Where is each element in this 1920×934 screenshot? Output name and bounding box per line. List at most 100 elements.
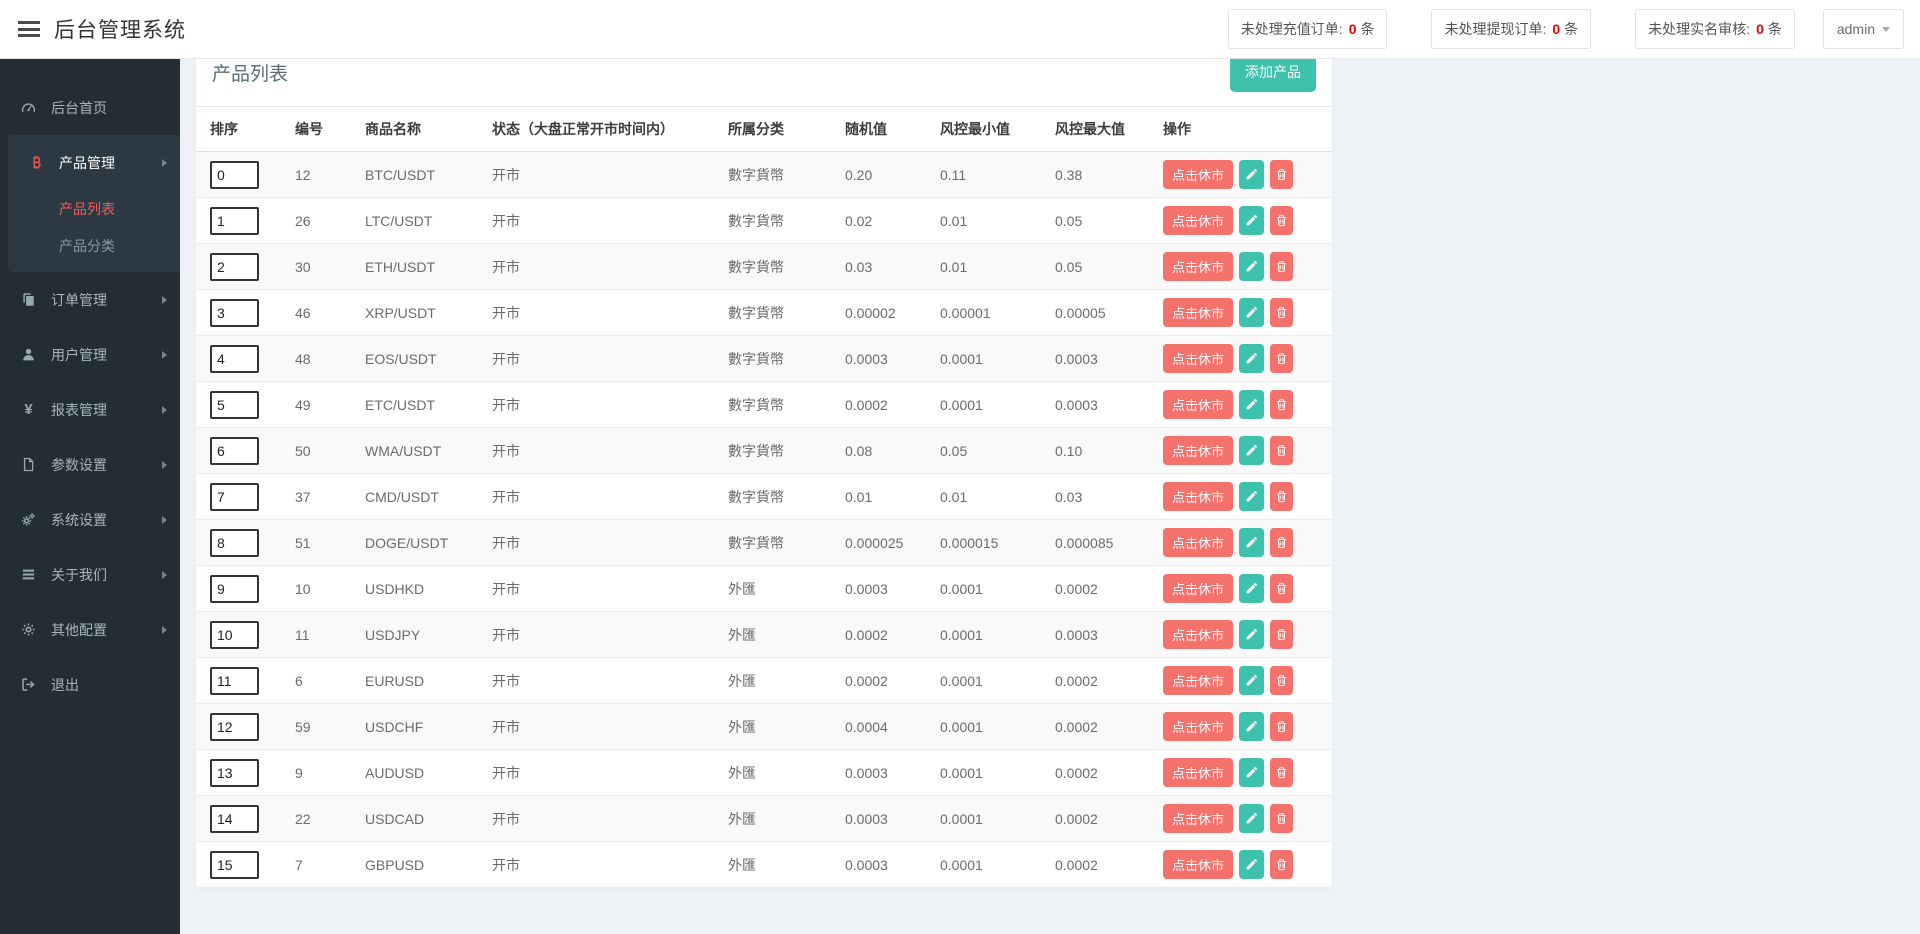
sort-input[interactable] [210,713,259,741]
delete-button[interactable] [1270,712,1293,741]
sidebar-item-logout[interactable]: 退出 [0,657,180,712]
sidebar-subitem-product-list[interactable]: 产品列表 [8,190,180,227]
sort-input[interactable] [210,299,259,327]
sidebar-item-other-config[interactable]: 其他配置 [0,602,180,657]
edit-button[interactable] [1239,298,1264,327]
sidebar-item-order-management[interactable]: 订单管理 [0,272,180,327]
delete-button[interactable] [1270,482,1293,511]
delete-button[interactable] [1270,390,1293,419]
edit-button[interactable] [1239,758,1264,787]
delete-button[interactable] [1270,620,1293,649]
admin-dropdown[interactable]: admin [1823,9,1904,49]
sort-input[interactable] [210,207,259,235]
file-icon [19,457,38,473]
sort-input[interactable] [210,621,259,649]
delete-button[interactable] [1270,758,1293,787]
close-market-button[interactable]: 点击休市 [1163,298,1233,327]
table-row: 11USDJPY开市外匯0.00020.00010.0003点击休市 [196,612,1332,658]
sidebar-item-report-management[interactable]: ¥报表管理 [0,382,180,437]
column-header-6: 风控最小值 [940,107,1055,152]
delete-button[interactable] [1270,298,1293,327]
close-market-button[interactable]: 点击休市 [1163,574,1233,603]
sort-input[interactable] [210,483,259,511]
delete-button[interactable] [1270,160,1293,189]
close-market-button[interactable]: 点击休市 [1163,206,1233,235]
close-market-button[interactable]: 点击休市 [1163,390,1233,419]
edit-button[interactable] [1239,620,1264,649]
sort-input[interactable] [210,759,259,787]
sort-input[interactable] [210,529,259,557]
cell-sort [196,382,295,428]
delete-button[interactable] [1270,252,1293,281]
delete-button[interactable] [1270,574,1293,603]
edit-button[interactable] [1239,850,1264,879]
edit-button[interactable] [1239,666,1264,695]
close-market-button[interactable]: 点击休市 [1163,252,1233,281]
edit-button[interactable] [1239,436,1264,465]
close-market-button[interactable]: 点击休市 [1163,804,1233,833]
cell-status: 开市 [492,198,728,244]
sidebar-subitem-product-category[interactable]: 产品分类 [8,227,180,264]
sidebar-item-user-management[interactable]: 用户管理 [0,327,180,382]
cell-name: BTC/USDT [365,152,492,198]
sort-input[interactable] [210,253,259,281]
cogs-icon [19,512,38,528]
edit-button[interactable] [1239,712,1264,741]
sort-input[interactable] [210,805,259,833]
sort-input[interactable] [210,161,259,189]
close-market-button[interactable]: 点击休市 [1163,712,1233,741]
edit-button[interactable] [1239,206,1264,235]
delete-button[interactable] [1270,850,1293,879]
delete-button[interactable] [1270,206,1293,235]
edit-button[interactable] [1239,574,1264,603]
sidebar-item-parameter-settings[interactable]: 参数设置 [0,437,180,492]
close-market-button[interactable]: 点击休市 [1163,482,1233,511]
stat-count: 0 [1552,21,1560,37]
cell-random: 0.03 [845,244,940,290]
cell-risk-min: 0.0001 [940,612,1055,658]
sidebar-item-home[interactable]: 后台首页 [0,80,180,135]
close-market-button[interactable]: 点击休市 [1163,344,1233,373]
cell-risk-max: 0.0002 [1055,658,1163,704]
cell-sort [196,842,295,888]
sort-input[interactable] [210,667,259,695]
yen-icon: ¥ [19,402,38,418]
close-market-button[interactable]: 点击休市 [1163,620,1233,649]
cell-name: XRP/USDT [365,290,492,336]
close-market-button[interactable]: 点击休市 [1163,160,1233,189]
sort-input[interactable] [210,437,259,465]
sidebar-item-about-us[interactable]: 关于我们 [0,547,180,602]
cell-risk-min: 0.0001 [940,704,1055,750]
sidebar-item-product-management[interactable]: 产品管理 [8,135,180,190]
close-market-button[interactable]: 点击休市 [1163,850,1233,879]
sort-input[interactable] [210,851,259,879]
edit-button[interactable] [1239,344,1264,373]
edit-button[interactable] [1239,528,1264,557]
stat-box-0[interactable]: 未处理充值订单:0条 [1228,9,1388,49]
cell-name: USDJPY [365,612,492,658]
delete-button[interactable] [1270,804,1293,833]
edit-button[interactable] [1239,160,1264,189]
edit-button[interactable] [1239,804,1264,833]
close-market-button[interactable]: 点击休市 [1163,528,1233,557]
delete-button[interactable] [1270,666,1293,695]
delete-button[interactable] [1270,344,1293,373]
edit-button[interactable] [1239,390,1264,419]
stat-count: 0 [1756,21,1764,37]
stat-box-2[interactable]: 未处理实名审核:0条 [1635,9,1795,49]
edit-button[interactable] [1239,252,1264,281]
edit-button[interactable] [1239,482,1264,511]
close-market-button[interactable]: 点击休市 [1163,436,1233,465]
close-market-button[interactable]: 点击休市 [1163,758,1233,787]
cell-id: 12 [295,152,365,198]
delete-button[interactable] [1270,436,1293,465]
delete-button[interactable] [1270,528,1293,557]
sort-input[interactable] [210,391,259,419]
sidebar-item-system-settings[interactable]: 系统设置 [0,492,180,547]
stat-box-1[interactable]: 未处理提现订单:0条 [1431,9,1591,49]
hamburger-menu-icon[interactable] [18,18,40,41]
cell-risk-max: 0.05 [1055,198,1163,244]
sort-input[interactable] [210,345,259,373]
sort-input[interactable] [210,575,259,603]
close-market-button[interactable]: 点击休市 [1163,666,1233,695]
